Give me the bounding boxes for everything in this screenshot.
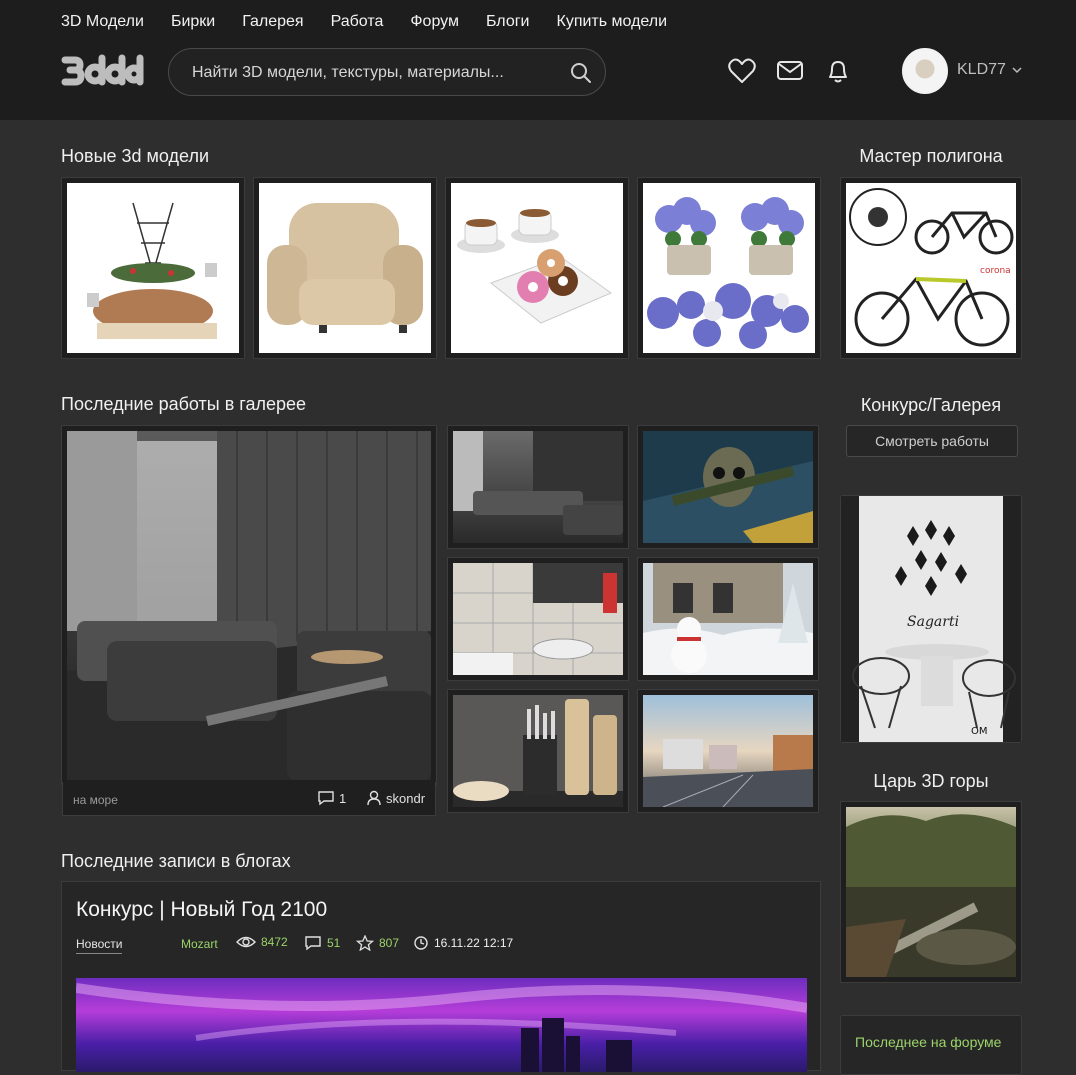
- comment-icon: [305, 936, 321, 951]
- blog-post-comments[interactable]: 51: [304, 935, 340, 951]
- master-polygon-thumb-bicycles[interactable]: corona: [846, 183, 1016, 353]
- comment-icon: [318, 791, 334, 806]
- king-3d-thumb-swamp[interactable]: [846, 807, 1016, 977]
- blog-post-author[interactable]: Mozart: [181, 937, 218, 951]
- model-card[interactable]: [253, 177, 437, 359]
- blog-post-comments-count: 51: [327, 936, 341, 950]
- nav-gallery[interactable]: Галерея: [242, 12, 303, 32]
- view-works-button[interactable]: Смотреть работы: [846, 425, 1018, 457]
- gallery-author[interactable]: skondr: [366, 790, 425, 806]
- king-3d-card[interactable]: [840, 801, 1022, 983]
- clock-icon: [414, 936, 428, 950]
- gallery-card[interactable]: [637, 689, 819, 813]
- gallery-thumb-city-street[interactable]: [643, 695, 813, 807]
- search-icon[interactable]: [569, 61, 593, 85]
- search-input[interactable]: [192, 61, 562, 85]
- sagarti-logo: Sagarti: [907, 614, 959, 630]
- top-navigation: 3D Модели Бирки Галерея Работа Форум Бло…: [61, 12, 694, 32]
- username[interactable]: KLD77: [957, 61, 1006, 79]
- nav-forum[interactable]: Форум: [410, 12, 459, 32]
- search-box: [168, 48, 606, 96]
- model-thumb-armchair[interactable]: [259, 183, 431, 353]
- blog-post-rating-count: 807: [379, 936, 400, 950]
- blog-post-rating[interactable]: 807: [356, 935, 399, 951]
- chevron-down-icon[interactable]: [1011, 64, 1023, 76]
- model-card[interactable]: [637, 177, 821, 359]
- blog-post-date-text: 16.11.22 12:17: [434, 936, 514, 950]
- blogs-title: Последние записи в блогах: [61, 851, 291, 871]
- model-thumb-christmas-decor[interactable]: [67, 183, 239, 353]
- svg-text:OM: OM: [971, 726, 988, 737]
- blog-post-views: 8472: [236, 935, 288, 949]
- forum-latest-box[interactable]: Последнее на форуме: [840, 1015, 1022, 1075]
- model-thumb-hydrangeas[interactable]: [643, 183, 815, 353]
- master-polygon-title: Мастер полигона: [859, 146, 1003, 166]
- nav-tags[interactable]: Бирки: [171, 12, 215, 32]
- site-logo[interactable]: [61, 52, 145, 90]
- gallery-main-card[interactable]: [61, 425, 437, 785]
- blog-post-card[interactable]: Конкурс | Новый Год 2100 Новости Mozart …: [61, 881, 821, 1072]
- blog-post-meta: Новости Mozart 8472 51 807 16.11.22 12:1…: [76, 935, 796, 955]
- blog-post-views-count: 8472: [261, 935, 288, 949]
- nav-work[interactable]: Работа: [331, 12, 384, 32]
- blog-post-title[interactable]: Конкурс | Новый Год 2100: [76, 898, 327, 922]
- gallery-thumb-bathroom[interactable]: [453, 563, 623, 675]
- king-3d-title: Царь 3D горы: [873, 771, 989, 791]
- new-models-title: Новые 3d модели: [61, 146, 210, 166]
- svg-text:corona: corona: [980, 266, 1011, 276]
- gallery-thumb-skull[interactable]: [643, 431, 813, 543]
- sponsor-banner-image[interactable]: Sagarti OM: [841, 496, 1021, 742]
- forum-latest-link[interactable]: Последнее на форуме: [855, 1034, 1001, 1050]
- nav-blogs[interactable]: Блоги: [486, 12, 530, 32]
- model-card[interactable]: [445, 177, 629, 359]
- gallery-card[interactable]: [637, 557, 819, 681]
- model-thumb-coffee-donuts[interactable]: [451, 183, 623, 353]
- nav-buy-models[interactable]: Купить модели: [557, 12, 668, 32]
- mail-icon[interactable]: [776, 58, 804, 84]
- gallery-card[interactable]: [637, 425, 819, 549]
- heart-icon[interactable]: [728, 58, 756, 84]
- gallery-card[interactable]: [447, 557, 629, 681]
- gallery-main-footer: на море 1 skondr: [62, 782, 436, 816]
- gallery-thumb-kitchen-knives[interactable]: [453, 695, 623, 807]
- gallery-author-name: skondr: [386, 790, 426, 806]
- user-icon: [367, 790, 381, 806]
- eye-icon: [236, 936, 256, 948]
- master-polygon-card[interactable]: corona: [840, 177, 1022, 359]
- header: 3D Модели Бирки Галерея Работа Форум Бло…: [0, 0, 1076, 120]
- blog-post-category[interactable]: Новости: [76, 937, 123, 954]
- blog-post-banner[interactable]: [76, 978, 807, 1072]
- gallery-thumb-interior[interactable]: [453, 431, 623, 543]
- gallery-thumb-snowman[interactable]: [643, 563, 813, 675]
- gallery-caption[interactable]: на море: [73, 793, 118, 807]
- gallery-card[interactable]: [447, 425, 629, 549]
- nav-3d-models[interactable]: 3D Модели: [61, 12, 144, 32]
- gallery-comment-count: 1: [339, 790, 347, 806]
- star-icon: [356, 935, 374, 951]
- avatar[interactable]: [902, 48, 948, 94]
- gallery-main-image[interactable]: [67, 431, 431, 780]
- model-card[interactable]: [61, 177, 245, 359]
- contest-gallery-title: Конкурс/Галерея: [860, 395, 1002, 415]
- gallery-card[interactable]: [447, 689, 629, 813]
- gallery-comments[interactable]: 1: [317, 790, 346, 806]
- bell-icon[interactable]: [824, 58, 852, 84]
- gallery-title: Последние работы в галерее: [61, 394, 306, 414]
- blog-post-date: 16.11.22 12:17: [413, 935, 513, 951]
- sponsor-banner[interactable]: Sagarti OM: [840, 495, 1022, 743]
